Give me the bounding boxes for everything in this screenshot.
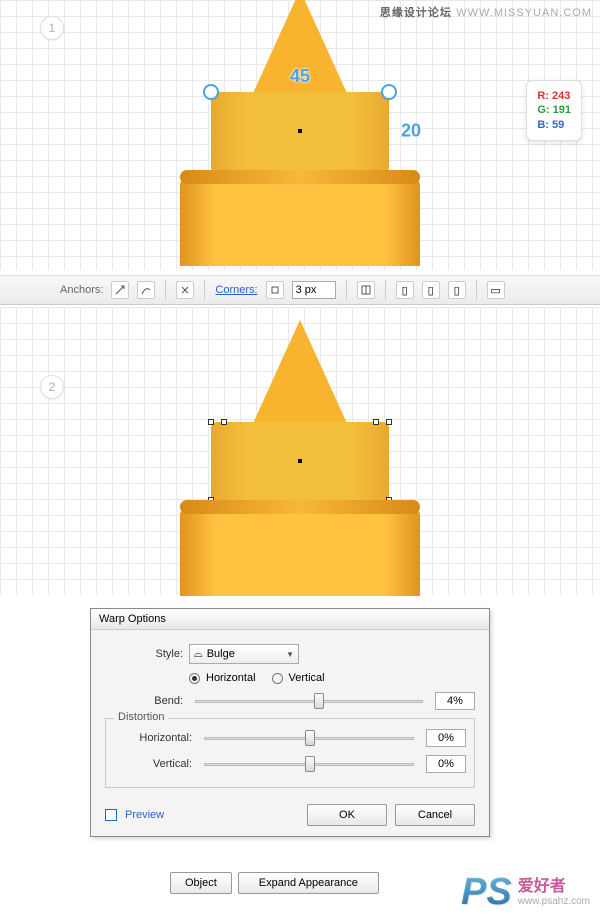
rgb-g: G: 191 bbox=[537, 103, 571, 117]
convert-anchor-button[interactable] bbox=[111, 281, 129, 299]
ok-button[interactable]: OK bbox=[307, 804, 387, 826]
anchor-point[interactable] bbox=[373, 419, 379, 425]
watermark-bottom: PS 爱好者www.psahz.com bbox=[461, 871, 590, 914]
separator bbox=[346, 280, 347, 300]
anchors-label: Anchors: bbox=[60, 284, 103, 296]
bend-label: Bend: bbox=[105, 695, 183, 707]
separator bbox=[165, 280, 166, 300]
properties-toolbar: Anchors: Corners: 3 px ▯ ▯ ▯ ▭ bbox=[0, 275, 600, 305]
preview-label: Preview bbox=[125, 809, 164, 821]
style-label: Style: bbox=[105, 648, 183, 660]
anchor-point[interactable] bbox=[386, 419, 392, 425]
color-swatch-readout: R: 243 G: 191 B: 59 bbox=[526, 80, 582, 141]
cancel-button[interactable]: Cancel bbox=[395, 804, 475, 826]
align-button[interactable] bbox=[357, 281, 375, 299]
bottle-base bbox=[180, 506, 420, 596]
dist-v-value[interactable]: 0% bbox=[426, 755, 466, 773]
bottle-cone bbox=[250, 320, 350, 430]
center-point bbox=[298, 129, 302, 133]
anchor-handle[interactable] bbox=[203, 84, 219, 100]
illustration-step-1: 45 20 bbox=[180, 0, 420, 266]
vertical-radio[interactable] bbox=[272, 673, 283, 684]
rgb-r: R: 243 bbox=[537, 89, 571, 103]
style-select[interactable]: ⌓Bulge bbox=[189, 644, 299, 664]
expand-appearance-button[interactable]: Expand Appearance bbox=[238, 872, 379, 894]
align-button[interactable]: ▯ bbox=[396, 281, 414, 299]
vertical-slider[interactable] bbox=[204, 756, 414, 772]
dialog-title: Warp Options bbox=[91, 609, 489, 630]
rgb-b: B: 59 bbox=[537, 118, 571, 132]
horizontal-slider[interactable] bbox=[204, 730, 414, 746]
separator bbox=[476, 280, 477, 300]
anchor-point[interactable] bbox=[221, 419, 227, 425]
anchor-handle[interactable] bbox=[381, 84, 397, 100]
bottle-base bbox=[180, 176, 420, 266]
dist-h-label: Horizontal: bbox=[114, 732, 192, 744]
align-button[interactable]: ▯ bbox=[448, 281, 466, 299]
step-badge-2: 2 bbox=[40, 375, 64, 399]
distortion-label: Distortion bbox=[114, 711, 168, 723]
horizontal-radio[interactable] bbox=[189, 673, 200, 684]
convert-anchor-button[interactable] bbox=[137, 281, 155, 299]
dist-v-label: Vertical: bbox=[114, 758, 192, 770]
center-point bbox=[298, 459, 302, 463]
object-button[interactable]: Object bbox=[170, 872, 232, 894]
bend-value[interactable]: 4% bbox=[435, 692, 475, 710]
warp-options-dialog: Warp Options Style: ⌓Bulge Horizontal Ve… bbox=[90, 608, 490, 837]
radio-label: Horizontal bbox=[206, 672, 256, 684]
bottle-cap-rect[interactable] bbox=[211, 422, 389, 500]
step-badge-1: 1 bbox=[40, 16, 64, 40]
align-button[interactable]: ▭ bbox=[487, 281, 505, 299]
anchor-point[interactable] bbox=[208, 419, 214, 425]
illustration-step-2 bbox=[180, 320, 420, 596]
ps-logo: PS bbox=[461, 871, 512, 914]
bend-slider[interactable] bbox=[195, 693, 423, 709]
separator bbox=[204, 280, 205, 300]
preview-checkbox[interactable] bbox=[105, 809, 117, 821]
corners-label[interactable]: Corners: bbox=[215, 284, 257, 296]
anchor-remove-button[interactable] bbox=[176, 281, 194, 299]
corner-radius-input[interactable]: 3 px bbox=[292, 281, 336, 299]
separator bbox=[385, 280, 386, 300]
distortion-fieldset: Distortion Horizontal: 0% Vertical: 0% bbox=[105, 718, 475, 788]
dimension-height: 20 bbox=[401, 121, 421, 142]
bottle-cap-rect[interactable]: 45 20 bbox=[211, 92, 389, 170]
bulge-icon: ⌓ bbox=[194, 648, 203, 661]
dist-h-value[interactable]: 0% bbox=[426, 729, 466, 747]
align-button[interactable]: ▯ bbox=[422, 281, 440, 299]
radio-label: Vertical bbox=[289, 672, 325, 684]
corner-type-button[interactable] bbox=[266, 281, 284, 299]
dimension-width: 45 bbox=[290, 66, 310, 87]
